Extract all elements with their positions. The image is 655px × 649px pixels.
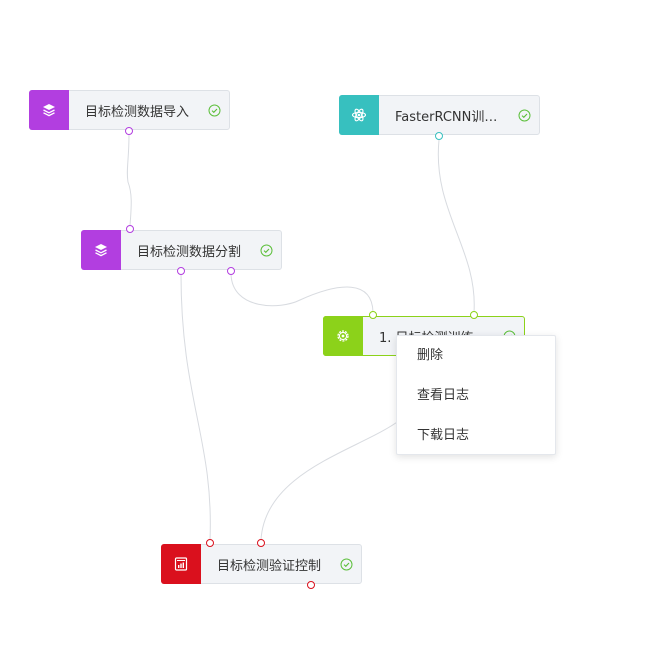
port-import-out[interactable]	[125, 127, 133, 135]
node-model[interactable]: FasterRCNN训…	[339, 95, 540, 135]
node-train-icon-box	[323, 316, 363, 356]
report-icon	[174, 557, 188, 571]
node-data-split-icon-box	[81, 230, 121, 270]
port-train-in-1[interactable]	[369, 311, 377, 319]
port-model-out[interactable]	[435, 132, 443, 140]
workflow-canvas[interactable]: 目标检测数据导入 FasterRCNN训… 目标检测数据分割 1. 目标检测验证…	[0, 0, 655, 649]
port-split-in[interactable]	[126, 225, 134, 233]
layers-icon	[95, 244, 107, 257]
node-data-split[interactable]: 目标检测数据分割	[81, 230, 282, 270]
port-train-in-2[interactable]	[470, 311, 478, 319]
port-validate-in-1[interactable]	[206, 539, 214, 547]
check-circle-icon	[340, 558, 353, 570]
edge-split-to-train[interactable]	[230, 273, 374, 313]
edge-import-to-split[interactable]	[126, 133, 132, 227]
check-circle-icon	[208, 104, 221, 116]
menu-item-delete[interactable]: 删除	[397, 336, 555, 376]
port-split-out-1[interactable]	[177, 267, 185, 275]
atom-icon	[351, 108, 367, 122]
node-validate-label: 目标检测验证控制	[217, 558, 322, 574]
menu-item-download-log[interactable]: 下载日志	[397, 416, 555, 456]
node-validate-icon-box	[161, 544, 201, 584]
edge-split-to-validate[interactable]	[180, 273, 211, 541]
menu-item-view-log[interactable]: 查看日志	[397, 376, 555, 416]
port-split-out-2[interactable]	[227, 267, 235, 275]
layers-icon	[43, 104, 55, 117]
node-data-import[interactable]: 目标检测数据导入	[29, 90, 230, 130]
node-data-split-label: 目标检测数据分割	[137, 244, 242, 260]
node-data-import-icon-box	[29, 90, 69, 130]
port-validate-in-2[interactable]	[257, 539, 265, 547]
node-data-import-label: 目标检测数据导入	[85, 104, 190, 120]
node-model-icon-box	[339, 95, 379, 135]
node-model-label: FasterRCNN训…	[395, 109, 498, 125]
context-menu: 删除 查看日志 下载日志	[396, 335, 556, 455]
gear-icon	[337, 330, 349, 342]
edge-train-to-validate[interactable]	[260, 419, 401, 541]
node-validate[interactable]: 目标检测验证控制	[161, 544, 362, 584]
check-circle-icon	[260, 244, 273, 256]
edge-model-to-train[interactable]	[437, 139, 475, 313]
check-circle-icon	[518, 109, 531, 121]
port-validate-out[interactable]	[307, 581, 315, 589]
